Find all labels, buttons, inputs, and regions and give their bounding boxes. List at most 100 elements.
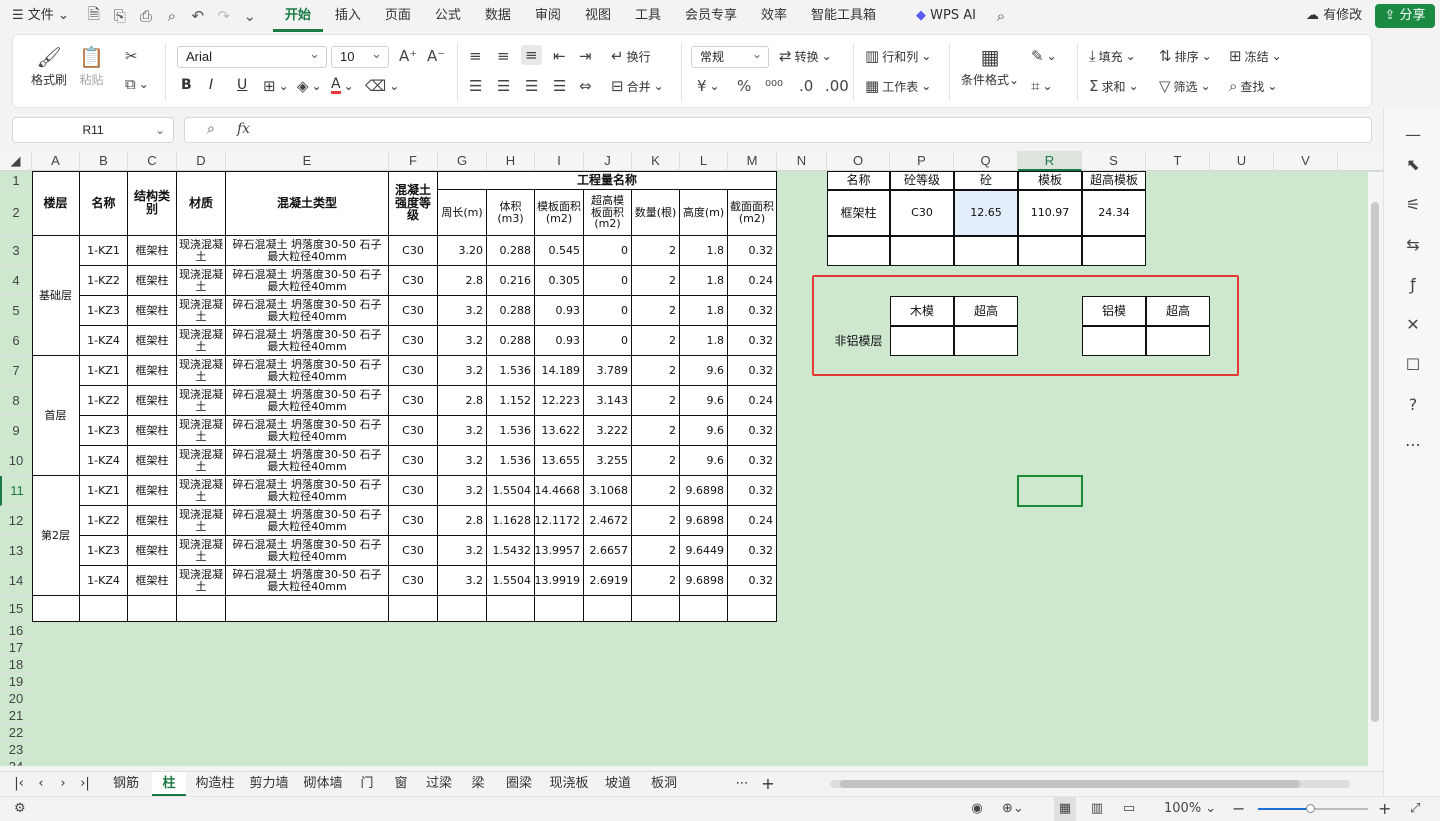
empty-cell[interactable] bbox=[487, 596, 535, 622]
floor-label[interactable]: 基础层 bbox=[32, 236, 80, 356]
table-cell[interactable]: C30 bbox=[389, 536, 438, 566]
table-cell[interactable]: 0 bbox=[584, 266, 632, 296]
column-header-R[interactable]: R bbox=[1018, 151, 1082, 171]
column-header-A[interactable]: A bbox=[32, 151, 80, 171]
sheet-tab-5[interactable]: 门 bbox=[352, 772, 382, 796]
next-sheet-button[interactable]: › bbox=[52, 772, 74, 796]
column-header-N[interactable]: N bbox=[777, 151, 827, 171]
table-cell[interactable]: 1-KZ1 bbox=[80, 476, 128, 506]
table-cell[interactable]: 现浇混凝土 bbox=[177, 506, 226, 536]
table-cell[interactable]: 2 bbox=[632, 296, 680, 326]
sheet-tab-10[interactable]: 现浇板 bbox=[544, 772, 594, 796]
table-cell[interactable]: 0.32 bbox=[728, 476, 777, 506]
sheet-tab-8[interactable]: 梁 bbox=[462, 772, 494, 796]
table-cell[interactable]: 0.93 bbox=[535, 296, 584, 326]
table-cell[interactable]: 框架柱 bbox=[128, 326, 177, 356]
last-sheet-button[interactable]: ›| bbox=[74, 772, 96, 796]
column-header-H[interactable]: H bbox=[487, 151, 535, 171]
column-header-B[interactable]: B bbox=[80, 151, 128, 171]
row-header-9[interactable]: 9 bbox=[0, 416, 32, 446]
decrease-indent-button[interactable]: ⇤ bbox=[553, 47, 566, 65]
row-header-11[interactable]: 11 bbox=[0, 476, 32, 506]
menu-tab-5[interactable]: 审阅 bbox=[523, 0, 573, 32]
table-cell[interactable]: 9.6449 bbox=[680, 536, 728, 566]
table-cell[interactable]: 9.6 bbox=[680, 416, 728, 446]
table-cell[interactable]: 9.6 bbox=[680, 386, 728, 416]
table-cell[interactable]: 1.536 bbox=[487, 356, 535, 386]
modified-status[interactable]: ☁ 有修改 bbox=[1306, 4, 1362, 28]
header-name[interactable]: 名称 bbox=[80, 171, 128, 236]
table-cell[interactable]: 0.32 bbox=[728, 236, 777, 266]
table-cell[interactable]: 0.32 bbox=[728, 356, 777, 386]
wps-ai-button[interactable]: ◆ WPS AI bbox=[904, 0, 988, 32]
header-sub-0[interactable]: 周长(m) bbox=[438, 190, 487, 236]
format-painter-button[interactable]: 🖌 格式刷 bbox=[31, 45, 67, 88]
table-cell[interactable]: 0.32 bbox=[728, 416, 777, 446]
row-header-15[interactable]: 15 bbox=[0, 596, 32, 622]
table-cell[interactable]: 0.545 bbox=[535, 236, 584, 266]
increase-indent-button[interactable]: ⇥ bbox=[579, 47, 592, 65]
sheet-tab-11[interactable]: 坡道 bbox=[598, 772, 638, 796]
table-cell[interactable]: C30 bbox=[389, 386, 438, 416]
table-cell[interactable]: 2.6657 bbox=[584, 536, 632, 566]
header-sub-3[interactable]: 超高模板面积(m2) bbox=[584, 190, 632, 236]
header-sub-5[interactable]: 高度(m) bbox=[680, 190, 728, 236]
table-cell[interactable]: 0.32 bbox=[728, 326, 777, 356]
copy-button[interactable]: ⧉ ⌄ bbox=[125, 75, 149, 93]
menu-tab-2[interactable]: 页面 bbox=[373, 0, 423, 32]
summary-empty[interactable] bbox=[827, 236, 890, 266]
name-box[interactable]: R11 ⌄ bbox=[12, 117, 174, 143]
redo-icon[interactable]: ↷ bbox=[211, 7, 237, 25]
table-cell[interactable]: 1.5504 bbox=[487, 566, 535, 596]
sheet-tab-3[interactable]: 剪力墙 bbox=[244, 772, 294, 796]
table-cell[interactable]: 1.5504 bbox=[487, 476, 535, 506]
table-cell[interactable]: 1-KZ1 bbox=[80, 356, 128, 386]
summary-header[interactable]: 砼 bbox=[954, 171, 1018, 190]
table-cell[interactable]: 3.143 bbox=[584, 386, 632, 416]
first-sheet-button[interactable]: |‹ bbox=[8, 772, 30, 796]
summary-empty[interactable] bbox=[890, 236, 954, 266]
freeze-button[interactable]: ⊞ 冻结 ⌄ bbox=[1229, 47, 1282, 65]
table-cell[interactable]: 碎石混凝土 坍落度30-50 石子最大粒径40mm bbox=[226, 476, 389, 506]
table-cell[interactable]: 13.655 bbox=[535, 446, 584, 476]
menu-tab-1[interactable]: 插入 bbox=[323, 0, 373, 32]
table-cell[interactable]: 1-KZ2 bbox=[80, 266, 128, 296]
menu-tab-4[interactable]: 数据 bbox=[473, 0, 523, 32]
justify-button[interactable]: ☰ bbox=[553, 77, 566, 95]
collapse-icon[interactable]: — bbox=[1400, 122, 1426, 148]
save-icon[interactable]: 🗎 bbox=[81, 4, 107, 29]
sheet-tab-6[interactable]: 窗 bbox=[386, 772, 416, 796]
floor-label[interactable]: 首层 bbox=[32, 356, 80, 476]
font-size-select[interactable]: 10 bbox=[331, 44, 389, 68]
empty-cell[interactable] bbox=[632, 596, 680, 622]
row-header-24[interactable]: 24 bbox=[0, 758, 32, 766]
sheet-tab-12[interactable]: 板洞 bbox=[642, 772, 686, 796]
thousands-button[interactable]: ⁰⁰⁰ bbox=[765, 77, 783, 95]
number-format-select[interactable]: 常规 bbox=[691, 44, 769, 68]
table-cell[interactable]: 3.1068 bbox=[584, 476, 632, 506]
tools-icon[interactable]: ✕ bbox=[1400, 312, 1426, 338]
table-cell[interactable]: 现浇混凝土 bbox=[177, 536, 226, 566]
table-cell[interactable]: 14.4668 bbox=[535, 476, 584, 506]
rows-cols-button[interactable]: ▥ 行和列 ⌄ bbox=[865, 47, 931, 65]
table-cell[interactable]: 0 bbox=[584, 296, 632, 326]
worksheet-button[interactable]: ▦ 工作表 ⌄ bbox=[865, 77, 931, 95]
column-header-U[interactable]: U bbox=[1210, 151, 1274, 171]
column-header-F[interactable]: F bbox=[389, 151, 438, 171]
table-cell[interactable]: 0.32 bbox=[728, 536, 777, 566]
table-cell[interactable]: 0.24 bbox=[728, 386, 777, 416]
table-cell[interactable]: 框架柱 bbox=[128, 506, 177, 536]
table-cell[interactable]: 9.6 bbox=[680, 356, 728, 386]
decrease-decimal-button[interactable]: .00 bbox=[825, 77, 849, 95]
table-cell[interactable]: 现浇混凝土 bbox=[177, 476, 226, 506]
distribute-button[interactable]: ⇔ bbox=[579, 77, 592, 95]
sheet-tab-7[interactable]: 过梁 bbox=[420, 772, 458, 796]
table-cell[interactable]: 12.1172 bbox=[535, 506, 584, 536]
table-cell[interactable]: 2 bbox=[632, 326, 680, 356]
vertical-scrollbar[interactable] bbox=[1368, 172, 1383, 766]
table-cell[interactable]: 0.32 bbox=[728, 446, 777, 476]
row-header-13[interactable]: 13 bbox=[0, 536, 32, 566]
filter-button[interactable]: ▽ 筛选 ⌄ bbox=[1159, 77, 1211, 95]
table-cell[interactable]: 1.5432 bbox=[487, 536, 535, 566]
column-header-K[interactable]: K bbox=[632, 151, 680, 171]
